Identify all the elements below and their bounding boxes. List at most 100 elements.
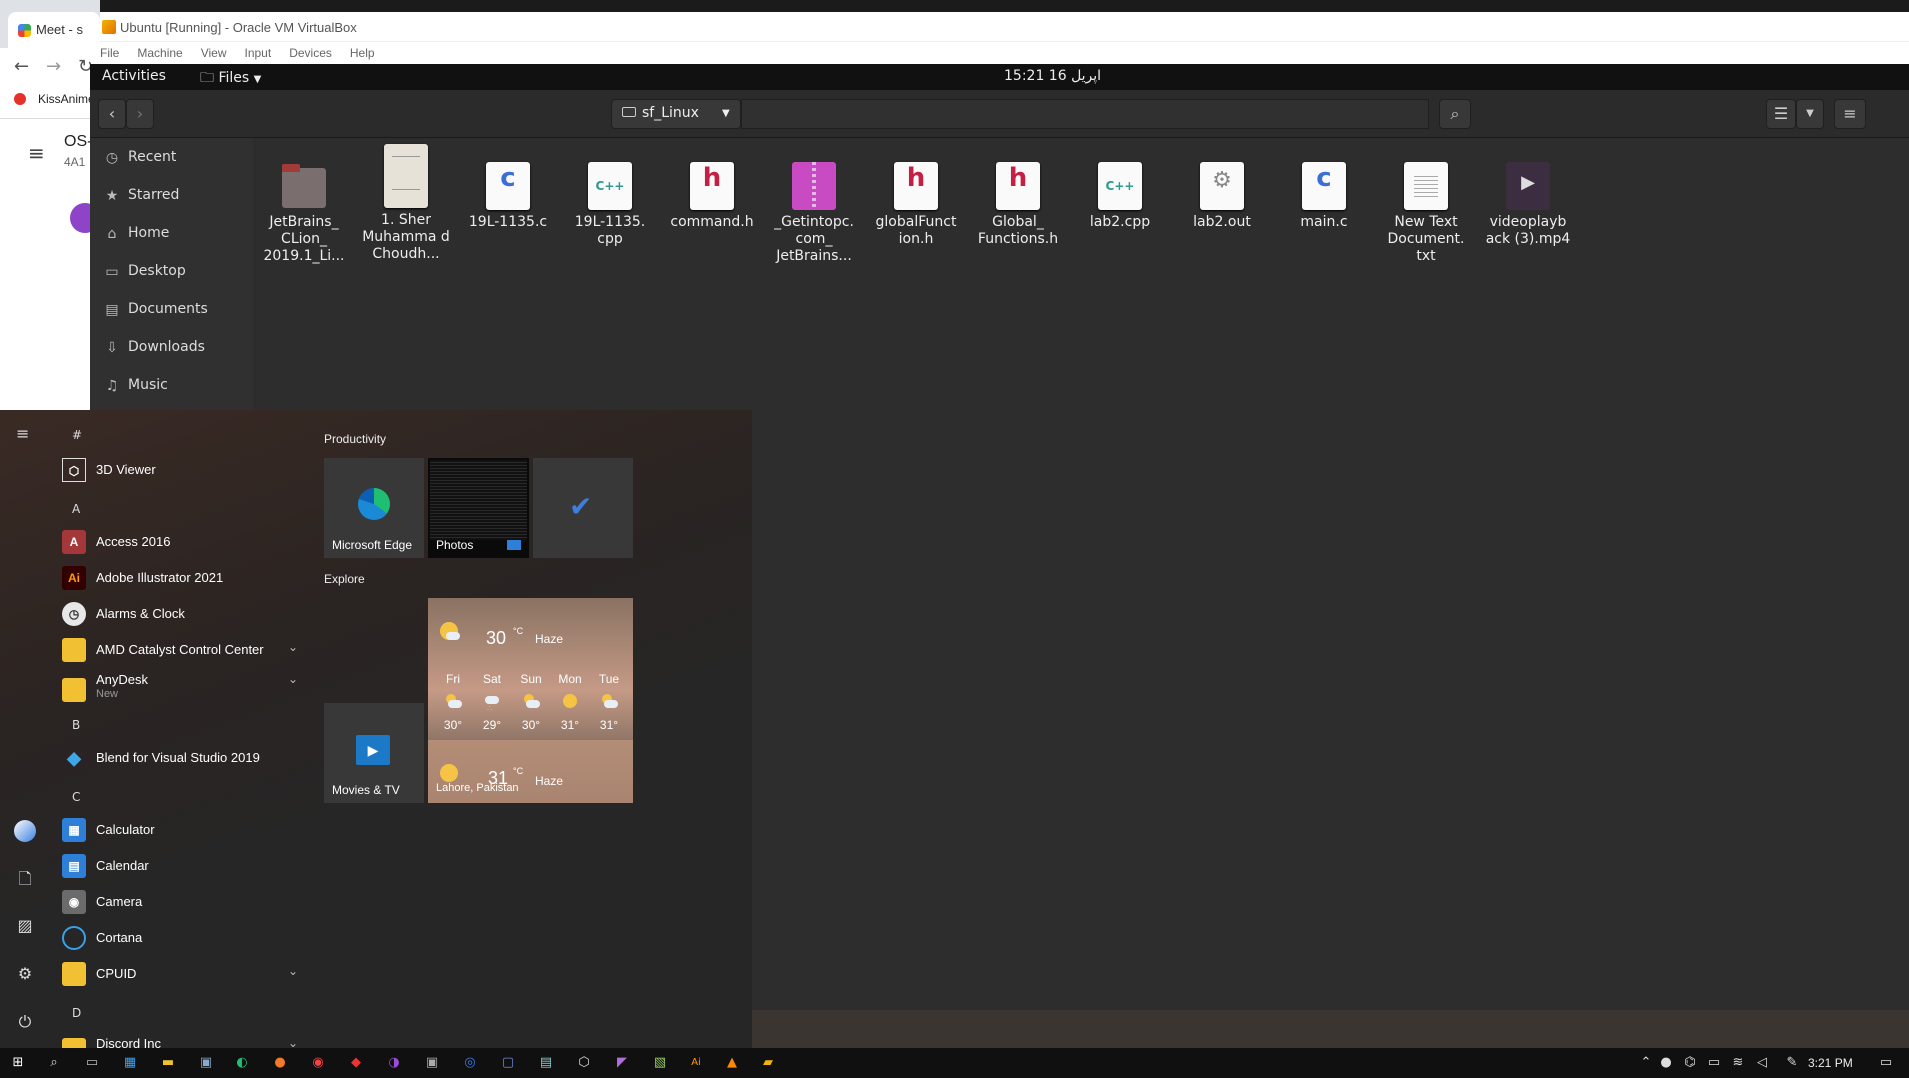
app-calendar[interactable]: ▤ Calendar bbox=[62, 852, 312, 882]
clock[interactable]: 15:21 16 اپریل bbox=[1004, 68, 1101, 84]
menu-icon[interactable]: ≡ bbox=[28, 141, 45, 165]
sidebar-item-documents[interactable]: ▤ Documents bbox=[90, 292, 253, 330]
file-item[interactable]: 1. Sher Muhamma d Choudh... bbox=[356, 144, 456, 263]
network-icon[interactable]: ⌬ bbox=[1680, 1053, 1700, 1073]
file-item[interactable]: C++ 19L-1135. cpp bbox=[560, 162, 660, 248]
battery-icon[interactable]: ▭ bbox=[1704, 1053, 1724, 1073]
vm-menu-devices[interactable]: Devices bbox=[289, 46, 332, 64]
group-header[interactable]: A bbox=[72, 502, 80, 516]
tile-weather[interactable]: 30 °C Haze Fri 30° Sat ∴ 29° Sun 30° Mon 31° … bbox=[428, 598, 633, 803]
sidebar-item-downloads[interactable]: ⇩ Downloads bbox=[90, 330, 253, 368]
app-access-2016[interactable]: A Access 2016 bbox=[62, 528, 312, 558]
vm-menu-view[interactable]: View bbox=[201, 46, 227, 64]
visual-studio-icon[interactable]: ◤ bbox=[612, 1053, 632, 1073]
browser-tab[interactable]: Meet - s bbox=[8, 12, 100, 48]
app-taskbar-icon[interactable]: ▣ bbox=[196, 1053, 216, 1073]
hamburger-menu-button[interactable]: ≡ bbox=[1834, 99, 1866, 129]
file-item[interactable]: ▶ videoplayb ack (3).mp4 bbox=[1478, 162, 1578, 248]
file-item[interactable]: h globalFunct ion.h bbox=[866, 162, 966, 248]
vlc-icon[interactable]: ▲ bbox=[722, 1053, 742, 1073]
files-app-menu[interactable]: 🗀 Files ▼ bbox=[200, 67, 261, 91]
app-3d-viewer[interactable]: ⬡ 3D Viewer bbox=[62, 456, 312, 486]
app-cortana[interactable]: Cortana bbox=[62, 924, 312, 954]
file-item[interactable]: _Getintopc. com_ JetBrains... bbox=[764, 162, 864, 265]
file-item[interactable]: ⚙ lab2.out bbox=[1172, 162, 1272, 231]
windows-start-icon[interactable]: ⊞ bbox=[8, 1053, 28, 1073]
folder-anydesk[interactable]: AnyDesk New ⌄ bbox=[62, 672, 312, 708]
file-item[interactable]: h command.h bbox=[662, 162, 762, 231]
file-item[interactable]: JetBrains_ CLion_ 2019.1_Li... bbox=[254, 162, 354, 265]
vm-menu-file[interactable]: File bbox=[100, 46, 119, 64]
app-green-icon[interactable]: ▧ bbox=[650, 1053, 670, 1073]
search-button[interactable]: ⌕ bbox=[1439, 99, 1471, 129]
file-item[interactable]: c main.c bbox=[1274, 162, 1374, 231]
tile-microsoft-edge[interactable]: Microsoft Edge bbox=[324, 458, 424, 558]
app-blend-vs2019[interactable]: ◆ Blend for Visual Studio 2019 bbox=[62, 744, 312, 774]
folder-cpuid[interactable]: CPUID ⌄ bbox=[62, 960, 312, 990]
tile-photos[interactable]: Photos bbox=[428, 458, 529, 558]
virtualbox-vm-icon[interactable]: ▰ bbox=[758, 1053, 778, 1073]
gear-icon[interactable]: ⚙ bbox=[14, 964, 36, 986]
pen-icon[interactable]: ✎ bbox=[1782, 1053, 1802, 1073]
taskbar-clock[interactable]: 3:21 PM bbox=[1808, 1056, 1853, 1070]
file-item[interactable]: C++ lab2.cpp bbox=[1070, 162, 1170, 231]
task-view-icon[interactable]: ▭ bbox=[82, 1053, 102, 1073]
app-gray-icon[interactable]: ▣ bbox=[422, 1053, 442, 1073]
file-item[interactable]: h Global_ Functions.h bbox=[968, 162, 1068, 248]
user-avatar-icon[interactable] bbox=[14, 820, 36, 842]
sidebar-item-home[interactable]: ⌂ Home bbox=[90, 216, 253, 254]
chrome-icon[interactable]: ◉ bbox=[308, 1053, 328, 1073]
pictures-icon[interactable]: ▨ bbox=[14, 916, 36, 938]
list-view-button[interactable]: ☰ bbox=[1766, 99, 1796, 129]
wifi-icon[interactable]: ≋ bbox=[1728, 1053, 1748, 1073]
file-item[interactable]: New Text Document. txt bbox=[1376, 162, 1476, 265]
vm-menu-machine[interactable]: Machine bbox=[137, 46, 182, 64]
app-red-icon[interactable]: ◆ bbox=[346, 1053, 366, 1073]
back-button[interactable]: ‹ bbox=[98, 99, 126, 129]
tile-movies-tv[interactable]: ▶ Movies & TV bbox=[324, 703, 424, 803]
group-header[interactable]: # bbox=[72, 428, 82, 442]
group-header[interactable]: C bbox=[72, 790, 80, 804]
sidebar-item-recent[interactable]: ◷ Recent bbox=[90, 140, 253, 178]
power-icon[interactable]: ⏻ bbox=[14, 1012, 36, 1034]
sidebar-item-starred[interactable]: ★ Starred bbox=[90, 178, 253, 216]
tile-todo[interactable]: ✔ bbox=[533, 458, 633, 558]
volume-icon[interactable]: ◁ bbox=[1752, 1053, 1772, 1073]
folder-discord[interactable]: Discord Inc ⌄ bbox=[62, 1032, 312, 1048]
file-explorer-icon[interactable]: ▬ bbox=[158, 1053, 178, 1073]
virtualbox-taskbar-icon[interactable]: ⬡ bbox=[574, 1053, 594, 1073]
document-icon[interactable]: 🗋 bbox=[14, 868, 36, 890]
location-button[interactable]: sf_Linux ▼ bbox=[611, 99, 741, 129]
file-item[interactable]: c 19L-1135.c bbox=[458, 162, 558, 231]
calculator-taskbar-icon[interactable]: ▦ bbox=[120, 1053, 140, 1073]
discord-icon[interactable]: ▢ bbox=[498, 1053, 518, 1073]
folder-amd-catalyst[interactable]: AMD Catalyst Control Center ⌄ bbox=[62, 636, 312, 666]
activities-button[interactable]: Activities bbox=[102, 68, 166, 84]
group-header[interactable]: B bbox=[72, 718, 80, 732]
forward-button[interactable]: › bbox=[126, 99, 154, 129]
sidebar-item-desktop[interactable]: ▭ Desktop bbox=[90, 254, 253, 292]
view-options-button[interactable]: ▼ bbox=[1796, 99, 1824, 129]
path-bar[interactable] bbox=[741, 99, 1429, 129]
search-icon[interactable]: ⌕ bbox=[44, 1053, 64, 1073]
forward-arrow-icon[interactable]: → bbox=[46, 56, 61, 77]
edge-taskbar-icon[interactable]: ◐ bbox=[232, 1053, 252, 1073]
app-calculator[interactable]: ▦ Calculator bbox=[62, 816, 312, 846]
bookmark-kissanime[interactable]: KissAnime bbox=[0, 88, 100, 114]
app-adobe-illustrator[interactable]: Ai Adobe Illustrator 2021 bbox=[62, 564, 312, 594]
chevron-up-icon[interactable]: ⌃ bbox=[1636, 1053, 1656, 1073]
notepad-icon[interactable]: ▤ bbox=[536, 1053, 556, 1073]
app-alarms-clock[interactable]: ◷ Alarms & Clock bbox=[62, 600, 312, 630]
firefox-icon[interactable]: ● bbox=[270, 1053, 290, 1073]
notification-icon[interactable]: ▭ bbox=[1876, 1053, 1896, 1073]
vm-menu-help[interactable]: Help bbox=[350, 46, 375, 64]
group-header[interactable]: D bbox=[72, 1006, 81, 1020]
app-purple-icon[interactable]: ◑ bbox=[384, 1053, 404, 1073]
illustrator-taskbar-icon[interactable]: Ai bbox=[686, 1053, 706, 1073]
mic-icon[interactable]: ● bbox=[1656, 1053, 1676, 1073]
back-arrow-icon[interactable]: ← bbox=[14, 56, 29, 77]
app-camera[interactable]: ◉ Camera bbox=[62, 888, 312, 918]
sidebar-item-music[interactable]: ♫ Music bbox=[90, 368, 253, 406]
app-blue-icon[interactable]: ◎ bbox=[460, 1053, 480, 1073]
vm-menu-input[interactable]: Input bbox=[245, 46, 272, 64]
